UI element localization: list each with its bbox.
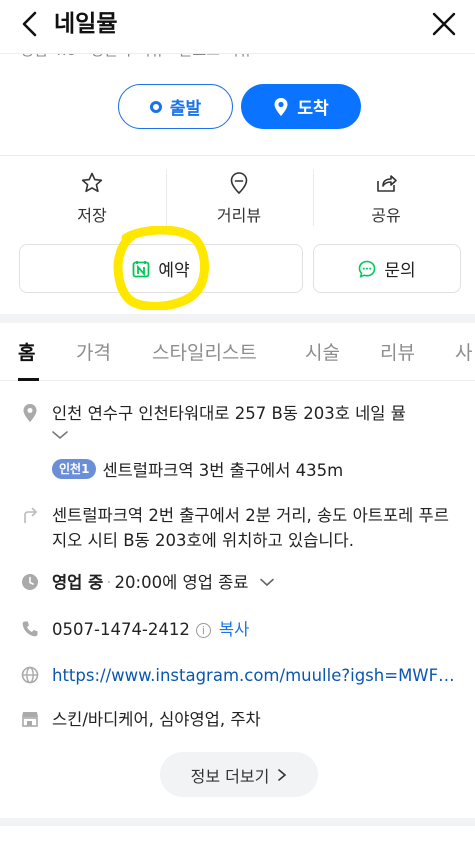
start-button[interactable]: 출발 (118, 84, 233, 129)
amenities-row: 스킨/바디케어, 심야영업, 주차 (20, 707, 261, 732)
chevron-down-icon[interactable] (259, 577, 275, 588)
chevron-right-icon (278, 768, 287, 781)
share-action[interactable]: 공유 (316, 170, 456, 230)
back-button[interactable] (14, 9, 44, 39)
ask-label: 문의 (384, 261, 416, 281)
more-info-button[interactable]: 정보 더보기 (160, 752, 318, 797)
highlight-circle-annotation (113, 226, 210, 310)
tab-price[interactable]: 가격 (76, 338, 111, 365)
start-dot-icon (149, 100, 162, 113)
tab-more-cut[interactable]: 사 (455, 338, 472, 365)
share-icon (377, 175, 397, 192)
page-title: 네일뮬 (54, 11, 118, 37)
subway-text: 센트럴파크역 3번 출구에서 435m (102, 460, 344, 480)
clock-icon (22, 574, 38, 590)
active-tab-indicator (18, 378, 39, 381)
save-action[interactable]: 저장 (22, 170, 162, 230)
globe-icon (21, 666, 39, 684)
star-icon (81, 172, 103, 193)
chat-bubble-icon (359, 260, 376, 278)
tab-review[interactable]: 리뷰 (380, 338, 415, 365)
tab-bar: 홈 가격 스타일리스트 시술 리뷰 사 (0, 323, 475, 381)
directions-row: 센트럴파크역 2번 출구에서 2분 거리, 송도 아트포레 푸르지오 시티 B동… (20, 503, 452, 553)
subway-line-badge: 인천1 (52, 458, 97, 479)
share-label: 공유 (371, 206, 401, 225)
section-separator (0, 314, 475, 323)
save-label: 저장 (77, 206, 107, 225)
top-bar: 네일뮬 (0, 0, 475, 54)
tab-home[interactable]: 홈 (18, 338, 35, 365)
directions-text: 센트럴파크역 2번 출구에서 2분 거리, 송도 아트포레 푸르지오 시티 B동… (52, 506, 449, 550)
divider (0, 155, 475, 156)
section-separator (0, 818, 475, 826)
amenities-text: 스킨/바디케어, 심야영업, 주차 (52, 710, 261, 729)
phone-number[interactable]: 0507-1474-2412 (52, 620, 190, 639)
subway-row: 인천1 센트럴파크역 3번 출구에서 435m (52, 456, 343, 481)
store-icon (22, 712, 38, 727)
hours-row[interactable]: 영업 중 · 20:00에 영업 종료 (20, 570, 275, 595)
chevron-down-icon[interactable] (51, 429, 69, 441)
street-view-action[interactable]: 거리뷰 (169, 170, 309, 230)
ask-button[interactable]: 문의 (313, 244, 461, 293)
tab-stylist[interactable]: 스타일리스트 (152, 338, 257, 365)
arrive-label: 도착 (297, 99, 329, 119)
street-view-pin-icon (230, 172, 248, 195)
phone-icon (22, 621, 38, 637)
location-pin-icon (274, 97, 288, 116)
copy-button[interactable]: 복사 (219, 620, 249, 639)
close-icon (432, 12, 456, 36)
address-text: 인천 연수구 인천타워대로 257 B동 203호 네일 뮬 (52, 404, 406, 423)
divider (313, 170, 314, 226)
turn-arrow-icon (24, 507, 38, 523)
tab-treatment[interactable]: 시술 (305, 338, 340, 365)
more-info-label: 정보 더보기 (190, 766, 270, 786)
location-pin-icon (23, 404, 37, 422)
arrive-button[interactable]: 도착 (241, 84, 361, 129)
info-circle-icon[interactable]: i (195, 623, 211, 638)
website-link[interactable]: https://www.instagram.com/muulle?igsh=MW… (52, 663, 462, 688)
website-row: https://www.instagram.com/muulle?igsh=MW… (20, 663, 462, 688)
phone-row: 0507-1474-2412 i 복사 (20, 617, 249, 642)
divider (166, 170, 167, 226)
closing-time: 20:00에 영업 종료 (114, 573, 249, 592)
close-button[interactable] (427, 9, 461, 39)
separator-dot: · (106, 573, 112, 592)
chevron-left-icon (22, 11, 37, 37)
start-label: 출발 (169, 99, 202, 119)
address-row: 인천 연수구 인천타워대로 257 B동 203호 네일 뮬 (20, 401, 406, 426)
open-status: 영업 중 (52, 573, 104, 592)
street-view-label: 거리뷰 (216, 206, 262, 225)
